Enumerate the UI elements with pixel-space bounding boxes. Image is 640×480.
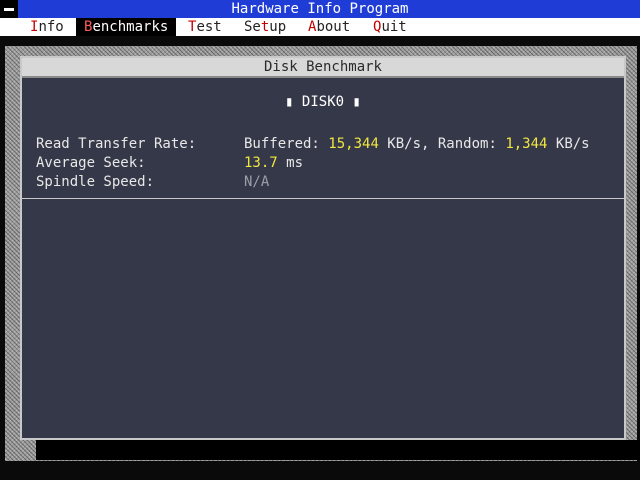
buffered-unit: KB/s, Random: <box>378 136 506 152</box>
menu-label: enchmarks <box>92 19 169 35</box>
divider <box>22 198 624 199</box>
menu-label: bout <box>316 19 351 35</box>
buffered-value: 15,344 <box>328 136 379 152</box>
random-unit: KB/s <box>547 136 590 152</box>
app-title: Hardware Info Program <box>231 1 409 17</box>
spindle-speed-value: N/A <box>244 174 270 190</box>
read-rate-value: Buffered: 15,344 KB/s, Random: 1,344 KB/… <box>244 136 590 152</box>
read-rate-label: Read Transfer Rate: <box>36 136 197 152</box>
average-seek-label: Average Seek: <box>36 155 146 171</box>
app-title-bar: Hardware Info Program <box>0 0 640 18</box>
seek-value: 13.7 <box>244 155 278 171</box>
menu-benchmarks[interactable]: Benchmarks <box>76 18 177 36</box>
desktop-shadow <box>36 440 640 460</box>
menu-bar: Info Benchmarks Test Setup About Quit <box>0 18 640 36</box>
menu-info[interactable]: Info <box>22 18 72 36</box>
menu-label: uit <box>381 19 407 35</box>
menu-about[interactable]: About <box>300 18 358 36</box>
spindle-speed-label: Spindle Speed: <box>36 174 155 190</box>
disk-benchmark-window: Disk Benchmark ▮ DISK0 ▮ Read Transfer R… <box>20 56 626 440</box>
window-title: Disk Benchmark <box>22 58 624 78</box>
system-menu-button[interactable] <box>0 0 18 18</box>
minus-icon <box>4 7 14 11</box>
buffered-label: Buffered: <box>244 136 329 152</box>
menu-quit[interactable]: Quit <box>365 18 415 36</box>
menu-test[interactable]: Test <box>180 18 230 36</box>
menu-label: Se <box>244 19 261 35</box>
menu-setup[interactable]: Setup <box>236 18 294 36</box>
average-seek-value: 13.7 ms <box>244 155 303 171</box>
menu-label: nfo <box>38 19 64 35</box>
menu-label: up <box>269 19 287 35</box>
disk-label: ▮ DISK0 ▮ <box>285 94 361 110</box>
menu-label: est <box>196 19 222 35</box>
seek-unit: ms <box>277 155 304 171</box>
random-value: 1,344 <box>505 136 548 152</box>
